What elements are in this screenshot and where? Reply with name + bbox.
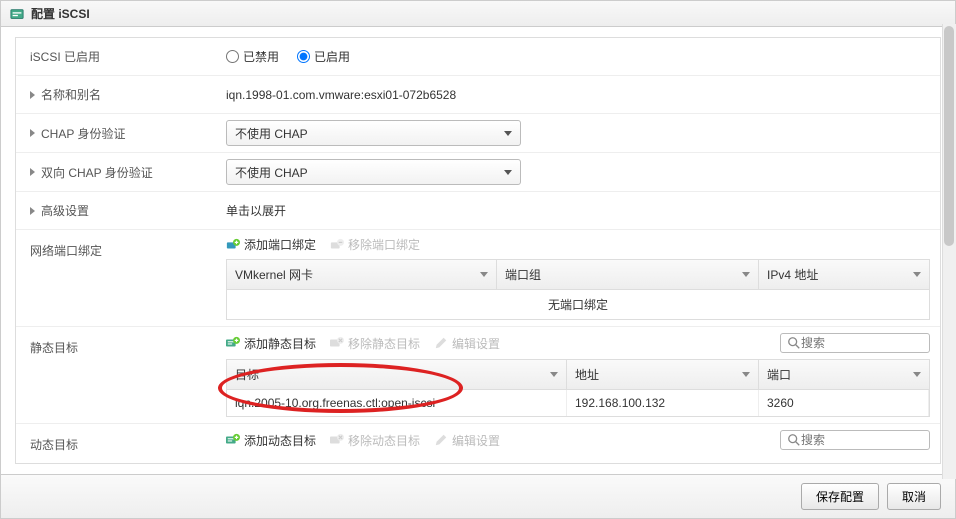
value-advanced[interactable]: 单击以展开 — [216, 196, 940, 225]
row-chap: CHAP 身份验证 不使用 CHAP — [16, 114, 940, 153]
add-target-icon — [226, 433, 240, 447]
col-vmkernel-nic[interactable]: VMkernel 网卡 — [227, 260, 497, 289]
section-dynamic-targets: 动态目标 添加动态目标 移除动态目标 编辑设置 — [16, 424, 940, 463]
cell-port: 3260 — [759, 390, 929, 416]
static-target-search[interactable] — [780, 333, 930, 353]
scrollbar-thumb[interactable] — [944, 26, 954, 246]
dialog-title: 配置 iSCSI — [31, 5, 90, 22]
row-advanced: 高级设置 单击以展开 — [16, 192, 940, 230]
dialog-titlebar: 配置 iSCSI — [1, 1, 955, 27]
add-nic-icon — [226, 238, 240, 252]
label-iscsi-enabled: iSCSI 已启用 — [16, 38, 216, 75]
port-binding-grid: VMkernel 网卡 端口组 IPv4 地址 无端口绑定 — [226, 259, 930, 320]
col-address[interactable]: 地址 — [567, 360, 759, 389]
remove-nic-icon — [330, 238, 344, 252]
col-target[interactable]: 目标 — [227, 360, 567, 389]
sort-icon — [742, 272, 750, 277]
remove-dynamic-target-button: 移除动态目标 — [330, 432, 420, 449]
add-port-binding-button[interactable]: 添加端口绑定 — [226, 236, 316, 253]
dialog-footer: 保存配置 取消 — [1, 474, 955, 518]
col-portgroup[interactable]: 端口组 — [497, 260, 759, 289]
label-static-targets: 静态目标 — [16, 327, 216, 366]
sort-icon — [480, 272, 488, 277]
section-port-binding: 网络端口绑定 添加端口绑定 移除端口绑定 — [16, 230, 940, 327]
value-iqn: iqn.1998-01.com.vmware:esxi01-072b6528 — [216, 82, 940, 108]
col-port[interactable]: 端口 — [759, 360, 929, 389]
chevron-right-icon — [30, 129, 35, 137]
expander-advanced[interactable]: 高级设置 — [16, 192, 216, 229]
remove-static-target-button: 移除静态目标 — [330, 335, 420, 352]
col-ipv4[interactable]: IPv4 地址 — [759, 260, 929, 289]
port-binding-empty: 无端口绑定 — [227, 290, 929, 319]
sort-icon — [742, 372, 750, 377]
pencil-icon — [434, 433, 448, 447]
radio-disabled[interactable]: 已禁用 — [226, 48, 279, 65]
radio-enabled[interactable]: 已启用 — [297, 48, 350, 65]
cell-target: iqn.2005-10.org.freenas.ctl:open-iscsi — [227, 390, 567, 416]
save-button[interactable]: 保存配置 — [801, 483, 879, 510]
dynamic-target-search[interactable] — [780, 430, 930, 450]
expander-name-alias[interactable]: 名称和别名 — [16, 76, 216, 113]
label-port-binding: 网络端口绑定 — [16, 230, 216, 269]
cancel-button[interactable]: 取消 — [887, 483, 941, 510]
section-static-targets: 静态目标 添加静态目标 移除静态目标 编辑设置 — [16, 327, 940, 424]
row-name-alias: 名称和别名 iqn.1998-01.com.vmware:esxi01-072b… — [16, 76, 940, 114]
pencil-icon — [434, 336, 448, 350]
add-target-icon — [226, 336, 240, 350]
cell-address: 192.168.100.132 — [567, 390, 759, 416]
remove-port-binding-button: 移除端口绑定 — [330, 236, 420, 253]
label-dynamic-targets: 动态目标 — [16, 424, 216, 463]
search-icon — [787, 336, 801, 350]
select-chap[interactable]: 不使用 CHAP — [226, 120, 521, 146]
expander-chap[interactable]: CHAP 身份验证 — [16, 115, 216, 152]
caret-down-icon — [504, 170, 512, 175]
expander-mutual-chap[interactable]: 双向 CHAP 身份验证 — [16, 154, 216, 191]
dynamic-target-search-input[interactable] — [801, 433, 923, 447]
caret-down-icon — [504, 131, 512, 136]
table-row[interactable]: iqn.2005-10.org.freenas.ctl:open-iscsi 1… — [227, 390, 929, 416]
chevron-right-icon — [30, 168, 35, 176]
sort-icon — [913, 372, 921, 377]
static-targets-grid: 目标 地址 端口 iqn.2005-10.org.freenas.ctl:ope… — [226, 359, 930, 417]
chevron-right-icon — [30, 91, 35, 99]
row-iscsi-enabled: iSCSI 已启用 已禁用 已启用 — [16, 38, 940, 76]
iscsi-icon — [9, 6, 25, 22]
select-mutual-chap[interactable]: 不使用 CHAP — [226, 159, 521, 185]
add-static-target-button[interactable]: 添加静态目标 — [226, 335, 316, 352]
sort-icon — [550, 372, 558, 377]
add-dynamic-target-button[interactable]: 添加动态目标 — [226, 432, 316, 449]
row-mutual-chap: 双向 CHAP 身份验证 不使用 CHAP — [16, 153, 940, 192]
chevron-right-icon — [30, 207, 35, 215]
search-icon — [787, 433, 801, 447]
sort-icon — [913, 272, 921, 277]
static-target-search-input[interactable] — [801, 336, 923, 350]
remove-target-icon — [330, 433, 344, 447]
edit-static-target-button: 编辑设置 — [434, 335, 500, 352]
scrollbar[interactable] — [942, 24, 956, 479]
remove-target-icon — [330, 336, 344, 350]
edit-dynamic-target-button: 编辑设置 — [434, 432, 500, 449]
